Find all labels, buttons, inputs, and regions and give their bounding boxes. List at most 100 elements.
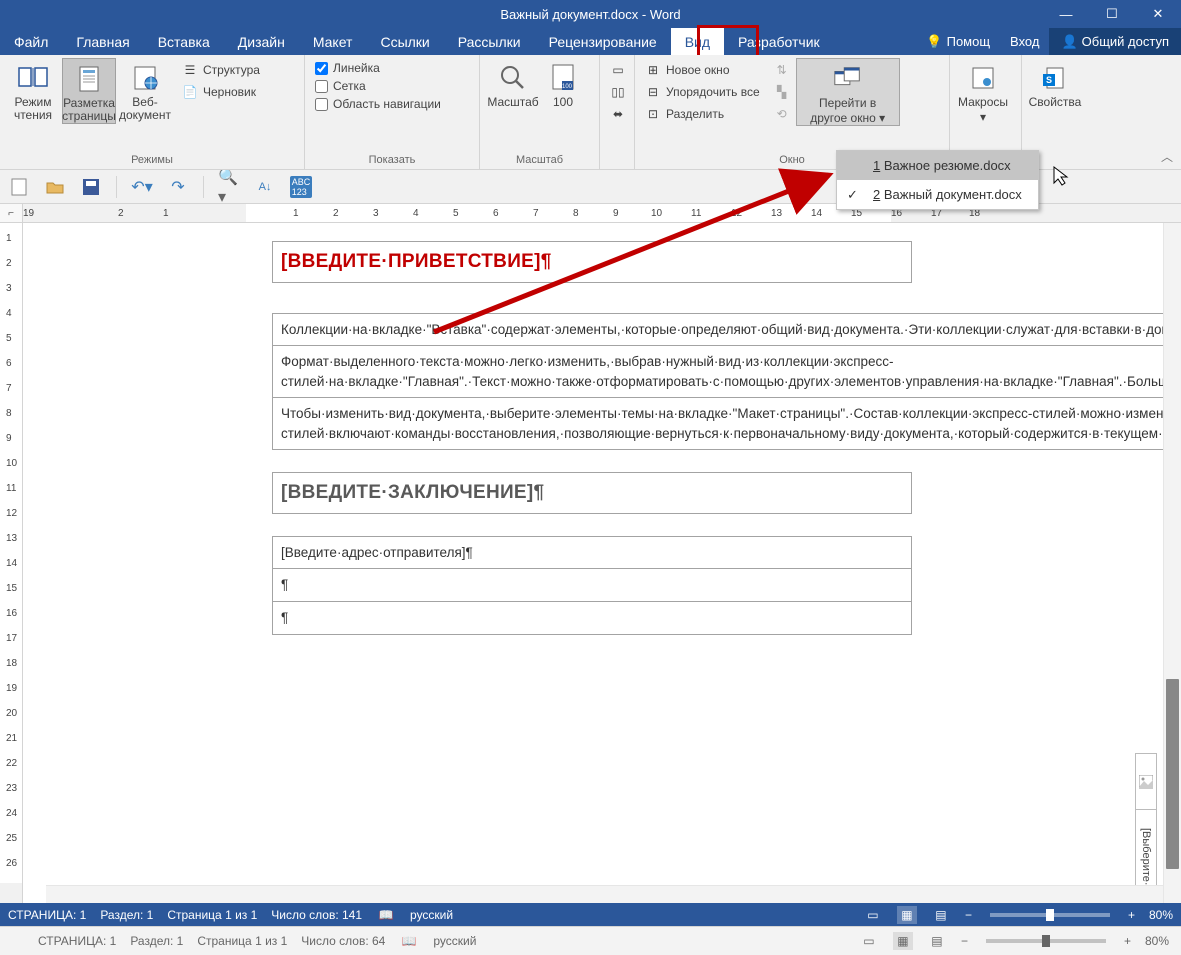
bulb-icon: 💡	[926, 34, 942, 50]
one-page-button[interactable]: ▭	[606, 60, 630, 80]
tab-review[interactable]: Рецензирование	[535, 28, 671, 55]
sb-lang[interactable]: русский	[410, 908, 453, 922]
qat-open-button[interactable]	[44, 176, 66, 198]
sb-section[interactable]: Раздел: 1	[100, 908, 153, 922]
gridlines-checkbox[interactable]: Сетка	[311, 78, 445, 94]
sb-pageof[interactable]: Страница 1 из 1	[167, 908, 257, 922]
tab-references[interactable]: Ссылки	[366, 28, 443, 55]
titlebar: Важный документ.docx - Word — ☐ ✕	[0, 0, 1181, 28]
close-button[interactable]: ✕	[1135, 0, 1181, 28]
page-width-button[interactable]: ⬌	[606, 104, 630, 124]
outline-button[interactable]: ☰Структура	[178, 60, 264, 80]
zoom-button[interactable]: Масштаб	[486, 58, 540, 109]
sb2-lang[interactable]: русский	[433, 934, 476, 948]
web-layout-icon[interactable]: ▤	[931, 906, 951, 924]
share-icon: 👤	[1061, 34, 1077, 50]
draft-button[interactable]: 📄Черновик	[178, 82, 264, 102]
arrange-icon: ⊟	[645, 84, 661, 100]
draft-icon: 📄	[182, 84, 198, 100]
print-layout-icon-2[interactable]: ▦	[893, 932, 913, 950]
switch-windows-icon	[832, 63, 864, 95]
zoom-in-button-2[interactable]: +	[1124, 934, 1131, 948]
spell-icon-2[interactable]: 📖	[399, 932, 419, 950]
side-textbox[interactable]: [Выберите·	[1135, 753, 1157, 903]
properties-button[interactable]: S Свойства	[1028, 58, 1082, 109]
paragraph-3: Чтобы·изменить·вид·документа,·выберите·э…	[273, 398, 1181, 450]
qat-redo-button[interactable]: ↷	[167, 176, 189, 198]
share-button[interactable]: 👤Общий доступ	[1049, 28, 1181, 55]
sb2-pageof[interactable]: Страница 1 из 1	[197, 934, 287, 948]
svg-text:100: 100	[562, 84, 573, 90]
read-mode-icon-2[interactable]: ▭	[859, 932, 879, 950]
page-100-icon: 100	[547, 62, 579, 94]
dropdown-item-1[interactable]: 1 Важное резюме.docx	[837, 151, 1038, 180]
dropdown-item-2[interactable]: ✓ 2 Важный документ.docx	[837, 180, 1038, 209]
zoom-out-button-2[interactable]: −	[961, 934, 968, 948]
zoom-slider[interactable]	[990, 913, 1110, 917]
zoom-out-button[interactable]: −	[965, 908, 972, 922]
magnifier-icon	[497, 62, 529, 94]
sb2-words[interactable]: Число слов: 64	[301, 934, 385, 948]
paragraph-2: Формат·выделенного·текста·можно·легко·из…	[273, 346, 1181, 398]
collapse-ribbon-button[interactable]: ︿	[1159, 146, 1175, 167]
macros-button[interactable]: Макросы▾	[956, 58, 1010, 124]
side-textbox-img-icon	[1136, 754, 1156, 810]
multi-page-button[interactable]: ▯▯	[606, 82, 630, 102]
horizontal-scrollbar[interactable]	[46, 885, 1163, 903]
ruler-corner[interactable]: ⌐	[0, 204, 23, 223]
tab-design[interactable]: Дизайн	[224, 28, 299, 55]
tab-home[interactable]: Главная	[62, 28, 143, 55]
minimize-button[interactable]: —	[1043, 0, 1089, 28]
zoom-value-2[interactable]: 80%	[1145, 934, 1169, 948]
vertical-scrollbar[interactable]	[1163, 223, 1181, 903]
zoom-value[interactable]: 80%	[1149, 908, 1173, 922]
reset-pos-button[interactable]: ⟲	[770, 104, 794, 124]
sharepoint-icon: S	[1039, 62, 1071, 94]
tab-developer[interactable]: Разработчик	[724, 28, 834, 55]
help-button[interactable]: 💡Помощ	[916, 28, 1000, 55]
zoom-in-button[interactable]: +	[1128, 908, 1135, 922]
sb-words[interactable]: Число слов: 141	[271, 908, 362, 922]
zoom-slider-2[interactable]	[986, 939, 1106, 943]
web-layout-icon-2[interactable]: ▤	[927, 932, 947, 950]
tab-file[interactable]: Файл	[0, 28, 62, 55]
reading-mode-button[interactable]: Режим чтения	[6, 58, 60, 122]
tab-mailings[interactable]: Рассылки	[444, 28, 535, 55]
tab-layout[interactable]: Макет	[299, 28, 367, 55]
web-layout-button[interactable]: Веб-документ	[118, 58, 172, 122]
qat-undo-button[interactable]: ↶▾	[131, 176, 153, 198]
page-layout-button[interactable]: Разметка страницы	[62, 58, 116, 124]
arrange-all-button[interactable]: ⊟Упорядочить все	[641, 82, 764, 102]
qat-spell-button[interactable]: ABC123	[290, 176, 312, 198]
book-icon	[17, 62, 49, 94]
vertical-ruler[interactable]: 2112345678910111213141516171819202122232…	[0, 223, 23, 903]
login-button[interactable]: Вход	[1000, 28, 1049, 55]
sync-scroll-button[interactable]: ⇅	[770, 60, 794, 80]
sb-page[interactable]: СТРАНИЦА: 1	[8, 908, 86, 922]
outline-icon: ☰	[182, 62, 198, 78]
read-mode-icon[interactable]: ▭	[863, 906, 883, 924]
spell-icon[interactable]: 📖	[376, 906, 396, 924]
nav-pane-checkbox[interactable]: Область навигации	[311, 96, 445, 112]
split-button[interactable]: ⊡Разделить	[641, 104, 764, 124]
maximize-button[interactable]: ☐	[1089, 0, 1135, 28]
sb2-section[interactable]: Раздел: 1	[130, 934, 183, 948]
sb2-page[interactable]: СТРАНИЦА: 1	[38, 934, 116, 948]
qat-new-button[interactable]	[8, 176, 30, 198]
qat-sort-button[interactable]: A↓	[254, 176, 276, 198]
qat-save-button[interactable]	[80, 176, 102, 198]
ruler-checkbox[interactable]: Линейка	[311, 60, 445, 76]
tab-view[interactable]: Вид	[671, 28, 724, 55]
side-icon: ▚	[774, 84, 790, 100]
document-canvas[interactable]: [ВВЕДИТЕ·ПРИВЕТСТВИЕ]¶ Коллекции·на·вкла…	[23, 223, 1181, 903]
switch-windows-button[interactable]: Перейти в другое окно ▾	[796, 58, 900, 126]
new-window-button[interactable]: ⊞Новое окно	[641, 60, 764, 80]
print-layout-icon[interactable]: ▦	[897, 906, 917, 924]
qat-preview-button[interactable]: 🔍▾	[218, 176, 240, 198]
new-window-icon: ⊞	[645, 62, 661, 78]
tab-insert[interactable]: Вставка	[144, 28, 224, 55]
window-title: Важный документ.docx - Word	[500, 7, 680, 22]
view-side-button[interactable]: ▚	[770, 82, 794, 102]
globe-icon	[129, 62, 161, 94]
zoom-100-button[interactable]: 100 100	[542, 58, 584, 109]
